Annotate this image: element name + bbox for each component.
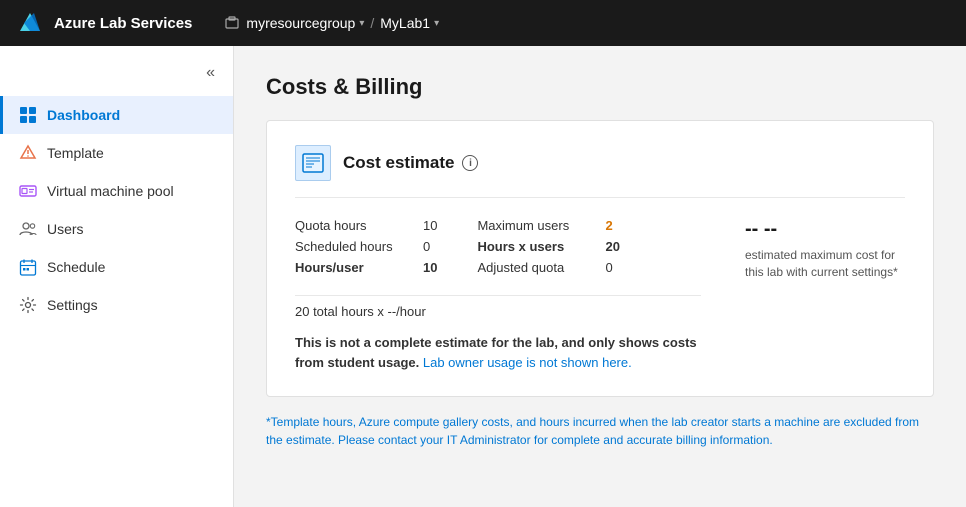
data-grid: Quota hours 10 Scheduled hours 0 Hours/u…	[295, 218, 701, 275]
sidebar-item-template-label: Template	[47, 145, 104, 161]
quota-hours-label: Quota hours	[295, 218, 415, 233]
hours-per-user-label: Hours/user	[295, 260, 415, 275]
max-users-value: 2	[605, 218, 612, 233]
sidebar-item-users-label: Users	[47, 221, 84, 237]
sidebar-item-template[interactable]: Template	[0, 134, 233, 172]
info-icon[interactable]: i	[462, 155, 478, 171]
data-col-left: Quota hours 10 Scheduled hours 0 Hours/u…	[295, 218, 437, 275]
sidebar-item-vm-pool[interactable]: Virtual machine pool	[0, 172, 233, 210]
data-col-right: Maximum users 2 Hours x users 20 Adjuste…	[477, 218, 619, 275]
card-body: Quota hours 10 Scheduled hours 0 Hours/u…	[295, 218, 905, 372]
breadcrumb-separator: /	[370, 15, 374, 31]
sidebar-item-dashboard[interactable]: Dashboard	[0, 96, 233, 134]
breadcrumb-lab[interactable]: MyLab1 ▾	[380, 15, 439, 31]
sidebar-collapse-button[interactable]: «	[200, 62, 221, 84]
card-right-section: -- -- estimated maximum cost for this la…	[745, 218, 905, 281]
total-hours: 20 total hours x --/hour	[295, 295, 701, 319]
hours-x-users-label: Hours x users	[477, 239, 597, 254]
sidebar: « Dashboard	[0, 46, 234, 507]
sidebar-item-settings[interactable]: Settings	[0, 286, 233, 324]
hours-x-users-row: Hours x users 20	[477, 239, 619, 254]
notice-link-text: Lab owner usage is not shown here.	[423, 355, 632, 370]
top-navigation: Azure Lab Services myresourcegroup ▾ / M…	[0, 0, 966, 46]
page-title: Costs & Billing	[266, 74, 934, 100]
adjusted-quota-value: 0	[605, 260, 612, 275]
notice-text: This is not a complete estimate for the …	[295, 333, 701, 372]
sidebar-item-vm-pool-label: Virtual machine pool	[47, 183, 174, 199]
card-left-section: Quota hours 10 Scheduled hours 0 Hours/u…	[295, 218, 701, 372]
app-logo: Azure Lab Services	[16, 9, 192, 37]
max-users-row: Maximum users 2	[477, 218, 619, 233]
footer-note: *Template hours, Azure compute gallery c…	[266, 413, 934, 449]
sidebar-item-users[interactable]: Users	[0, 210, 233, 248]
app-title: Azure Lab Services	[54, 15, 192, 32]
sidebar-collapse-section: «	[0, 54, 233, 96]
settings-icon	[19, 296, 37, 314]
users-icon	[19, 220, 37, 238]
sidebar-item-schedule-label: Schedule	[47, 259, 105, 275]
resource-group-icon	[224, 15, 240, 31]
sidebar-nav: Dashboard Template	[0, 96, 233, 324]
max-users-label: Maximum users	[477, 218, 597, 233]
dash-value: -- --	[745, 218, 777, 241]
sidebar-item-dashboard-label: Dashboard	[47, 107, 120, 123]
azure-logo-icon	[16, 9, 44, 37]
vm-pool-icon	[19, 182, 37, 200]
hours-per-user-value: 10	[423, 260, 437, 275]
scheduled-hours-label: Scheduled hours	[295, 239, 415, 254]
lab-chevron: ▾	[434, 18, 439, 29]
main-content: Costs & Billing Cost estimate i	[234, 46, 966, 507]
sidebar-item-settings-label: Settings	[47, 297, 98, 313]
hours-x-users-value: 20	[605, 239, 619, 254]
quota-hours-value: 10	[423, 218, 437, 233]
scheduled-hours-row: Scheduled hours 0	[295, 239, 437, 254]
cost-estimate-icon	[295, 145, 331, 181]
breadcrumb: myresourcegroup ▾ / MyLab1 ▾	[224, 15, 439, 31]
sidebar-item-schedule[interactable]: Schedule	[0, 248, 233, 286]
cost-estimate-card: Cost estimate i Quota hours 10	[266, 120, 934, 397]
breadcrumb-resource-group[interactable]: myresourcegroup ▾	[246, 15, 364, 31]
card-header-title: Cost estimate i	[343, 153, 478, 173]
resource-group-chevron: ▾	[359, 18, 364, 29]
adjusted-quota-row: Adjusted quota 0	[477, 260, 619, 275]
template-icon	[19, 144, 37, 162]
estimated-text: estimated maximum cost for this lab with…	[745, 247, 905, 281]
card-header: Cost estimate i	[295, 145, 905, 198]
dashboard-icon	[19, 106, 37, 124]
schedule-icon	[19, 258, 37, 276]
adjusted-quota-label: Adjusted quota	[477, 260, 597, 275]
hours-per-user-row: Hours/user 10	[295, 260, 437, 275]
scheduled-hours-value: 0	[423, 239, 430, 254]
quota-hours-row: Quota hours 10	[295, 218, 437, 233]
